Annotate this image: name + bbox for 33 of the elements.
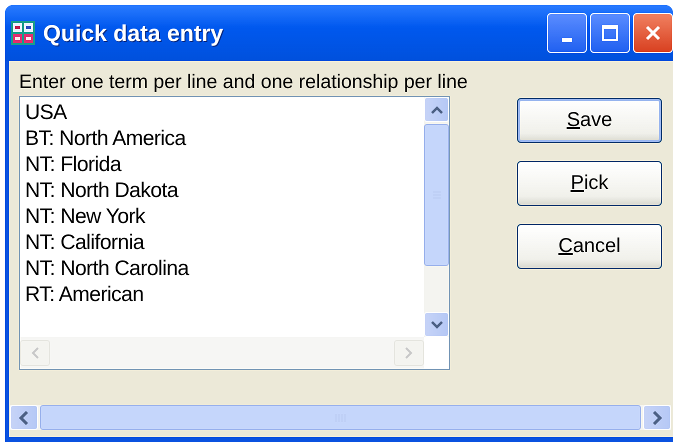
chevron-up-icon <box>430 106 442 114</box>
dialog-button[interactable]: Pick <box>517 161 662 206</box>
minimize-button[interactable] <box>547 13 587 53</box>
close-button[interactable] <box>633 13 673 53</box>
entry-line: NT: North Carolina <box>25 256 190 282</box>
scroll-down-button[interactable] <box>424 312 449 337</box>
entry-line: NT: Florida <box>25 152 122 178</box>
entry-line: RT: American <box>25 282 144 308</box>
window-title: Quick data entry <box>43 20 224 46</box>
scroll-right-button[interactable] <box>643 405 671 430</box>
entry-line: NT: North Dakota <box>25 178 180 204</box>
instruction-text: Enter one term per line and one relationship per line <box>19 70 468 94</box>
entry-line: NT: New York <box>25 204 146 230</box>
grid-icon <box>11 21 35 45</box>
scroll-thumb[interactable] <box>424 124 449 266</box>
chevron-right-icon <box>652 410 662 424</box>
dialog-button[interactable]: Cancel <box>517 224 662 269</box>
maximize-button[interactable] <box>590 13 630 53</box>
vertical-scrollbar[interactable] <box>424 97 449 337</box>
maximize-icon <box>601 24 619 42</box>
dialog-button[interactable]: Save <box>517 98 662 143</box>
entry-line: USA <box>25 100 68 126</box>
entry-line: NT: California <box>25 230 146 256</box>
chevron-down-icon <box>430 320 442 328</box>
scroll-left-button[interactable] <box>10 405 38 430</box>
chevron-left-icon <box>31 347 39 359</box>
entry-line: BT: North America <box>25 126 188 152</box>
chevron-right-icon <box>405 347 413 359</box>
chevron-left-icon <box>19 410 29 424</box>
text-area[interactable]: USA BT: North America NT: Florida NT: North Dakota NT: New York NT: California NT: North Carolina RT: American <box>19 96 450 370</box>
close-icon <box>644 24 662 42</box>
scroll-up-button[interactable] <box>424 97 449 122</box>
minimize-icon <box>562 38 572 42</box>
